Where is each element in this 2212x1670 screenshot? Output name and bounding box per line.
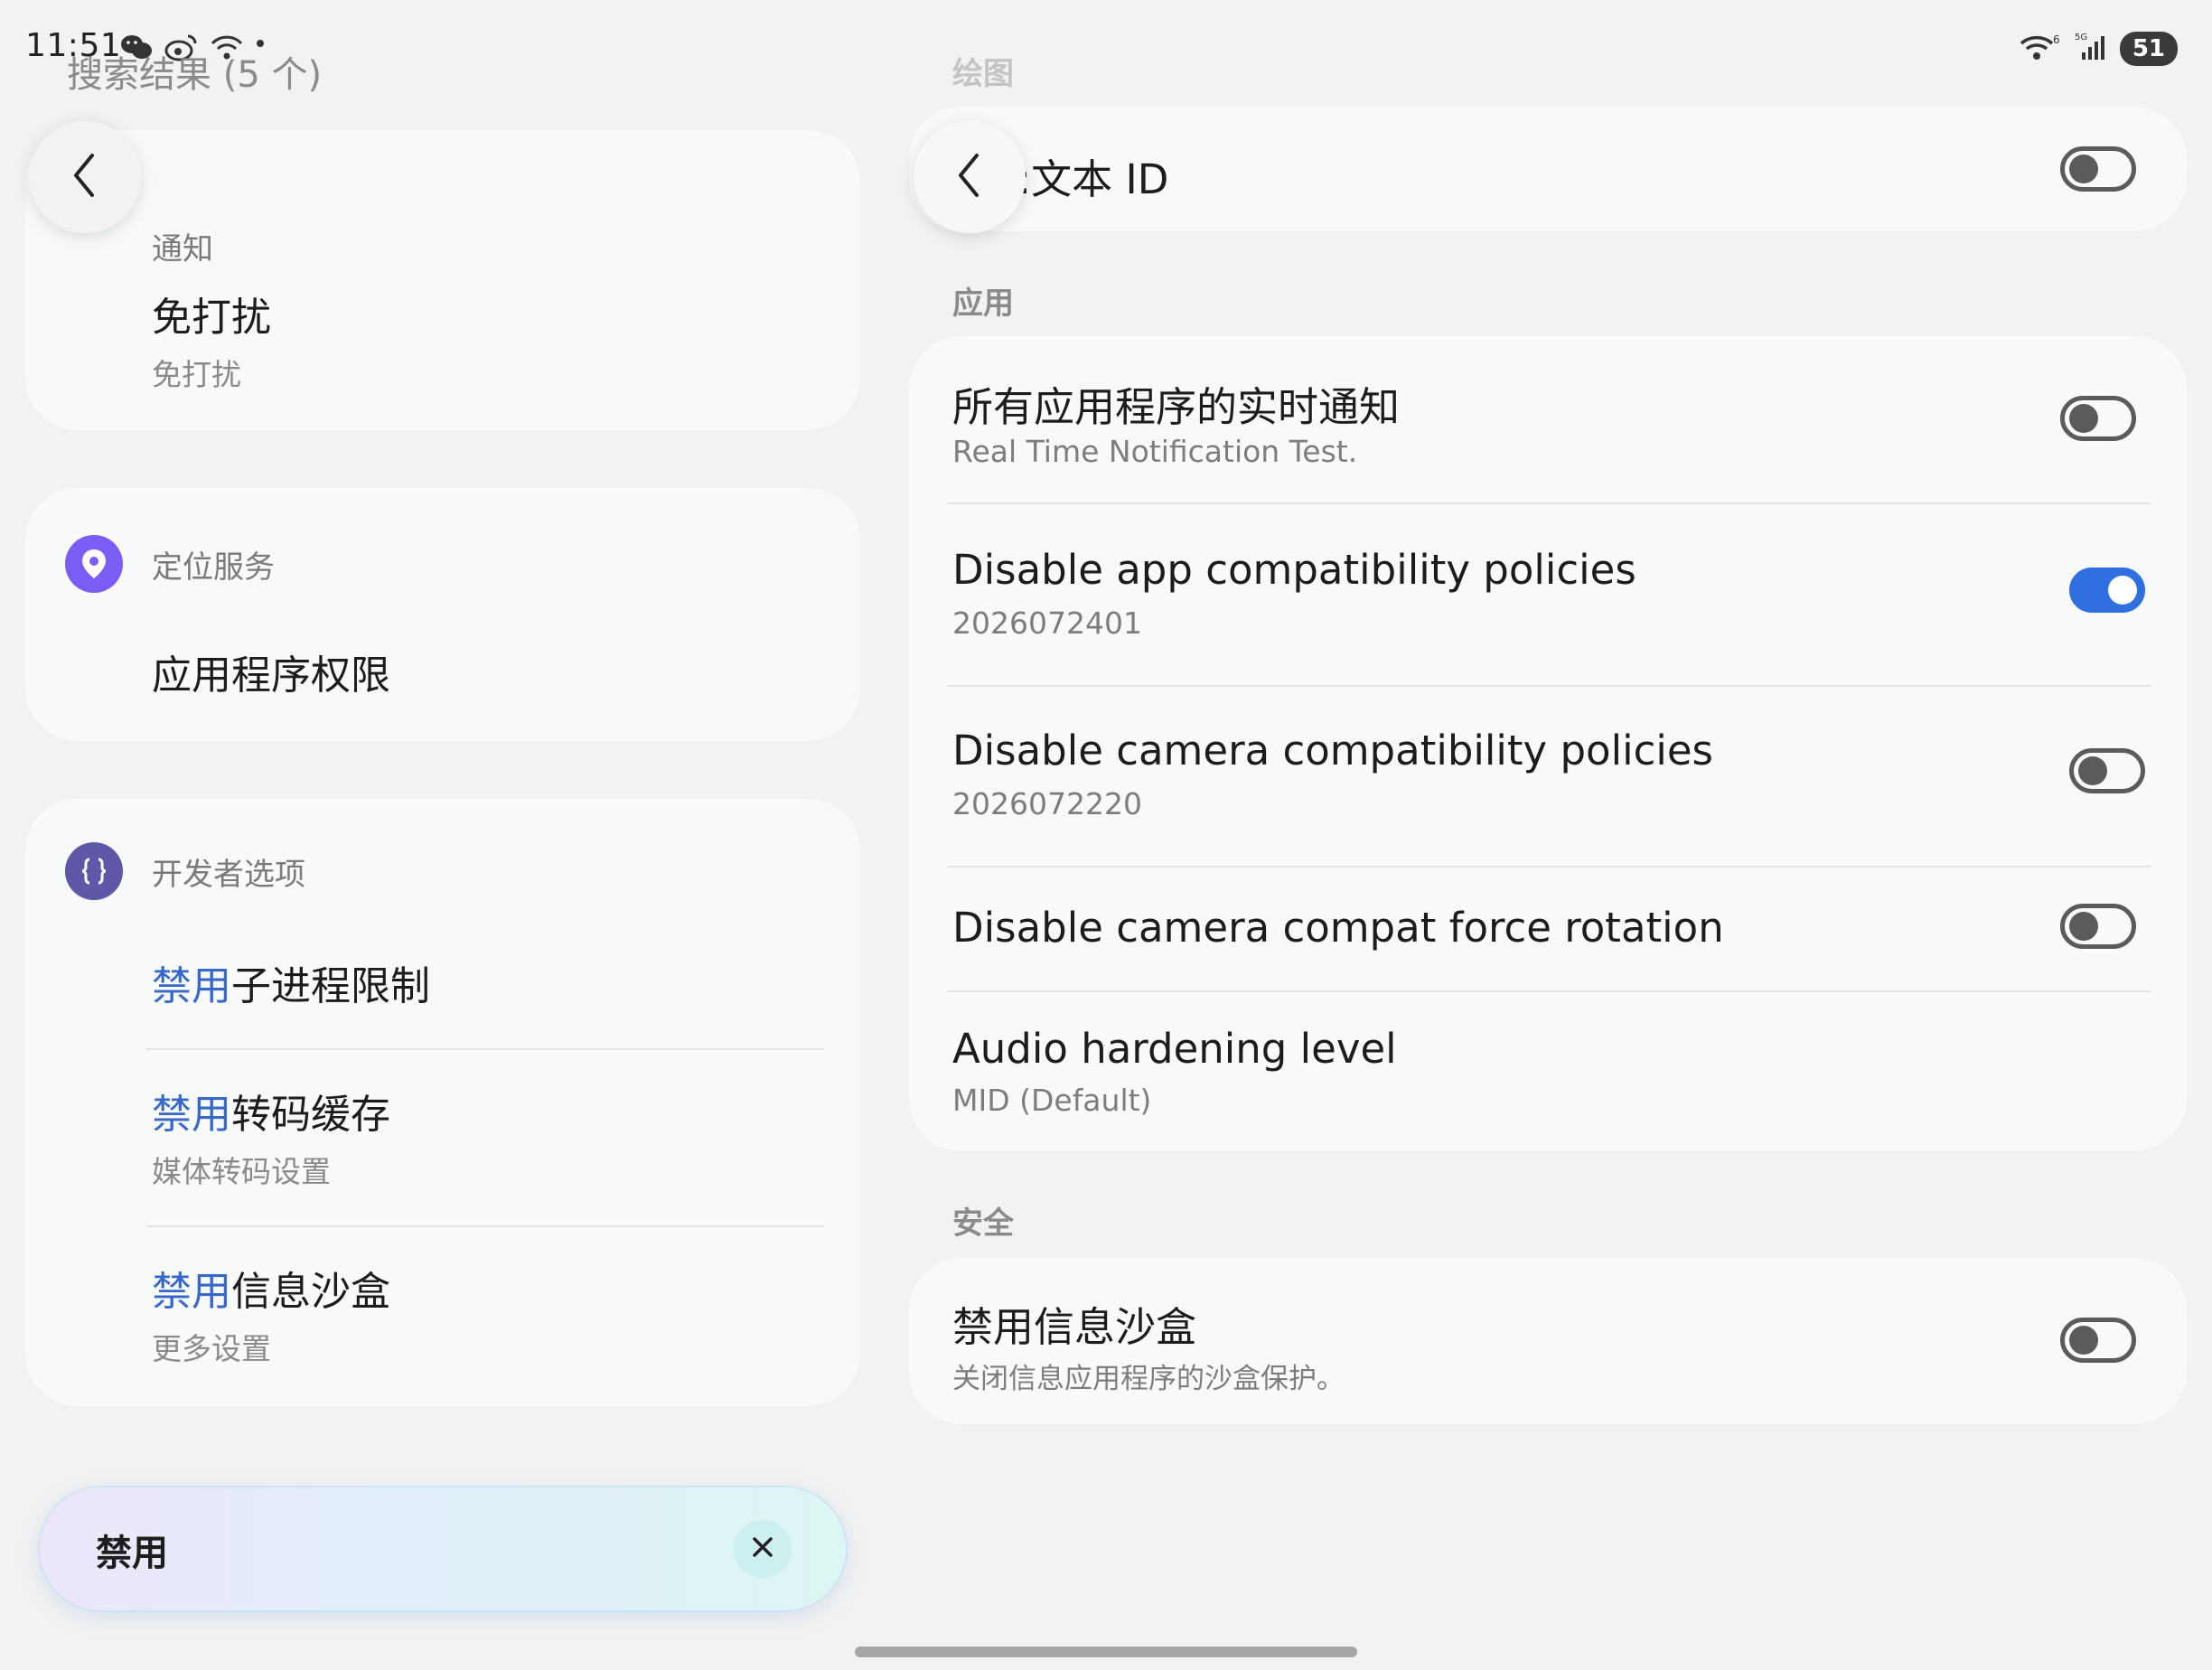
result-item-do-not-disturb[interactable]: 免打扰 免打扰	[152, 293, 824, 394]
settings-card-drawing: :文本 ID	[909, 107, 2187, 231]
category-row: 定位服务	[25, 528, 860, 600]
result-subtitle: 免打扰	[152, 357, 241, 392]
setting-row-camera-force-rotation[interactable]: Disable camera compat force rotation	[909, 868, 2187, 990]
back-button[interactable]	[914, 121, 1026, 233]
setting-subtitle: 关闭信息应用程序的沙盒保护。	[952, 1363, 1345, 1395]
search-input[interactable]: 禁用	[96, 1524, 168, 1576]
back-button[interactable]	[29, 121, 141, 233]
category-label: 开发者选项	[152, 856, 305, 893]
setting-row-app-compat-policies[interactable]: Disable app compatibility policies 20260…	[909, 504, 2187, 685]
section-label-security: 安全	[952, 1206, 1014, 1242]
result-item-app-permissions[interactable]: 应用程序权限	[152, 651, 824, 701]
result-subtitle: 媒体转码设置	[152, 1154, 331, 1189]
toggle-switch-off[interactable]	[2060, 1318, 2136, 1363]
wifi6-icon: 6	[2019, 31, 2062, 67]
setting-row-show-text-id[interactable]: :文本 ID	[909, 107, 2187, 231]
settings-card-apps: 所有应用程序的实时通知 Real Time Notification Test.…	[909, 336, 2187, 1151]
divider	[146, 1225, 824, 1227]
setting-title: Disable app compatibility policies	[952, 546, 1636, 594]
status-right-icons: 6 5G 51	[2019, 31, 2178, 67]
setting-row-audio-hardening[interactable]: Audio hardening level MID (Default)	[909, 992, 2187, 1151]
result-title: 免打扰	[152, 295, 271, 341]
setting-row-realtime-notifications[interactable]: 所有应用程序的实时通知 Real Time Notification Test.	[909, 336, 2187, 504]
home-indicator[interactable]	[855, 1647, 1357, 1657]
braces-icon	[65, 842, 123, 900]
divider	[146, 1048, 824, 1050]
chevron-left-icon	[67, 150, 103, 204]
category-row: 开发者选项	[25, 835, 860, 907]
location-pin-icon	[65, 535, 123, 593]
svg-text:6: 6	[2053, 33, 2060, 46]
setting-subtitle: 2026072401	[952, 605, 1142, 641]
setting-subtitle: Real Time Notification Test.	[952, 434, 1358, 469]
result-title: 应用程序权限	[152, 652, 390, 699]
category-label: 定位服务	[152, 549, 275, 586]
signal-5g-icon: 5G	[2073, 31, 2109, 67]
toggle-switch-off[interactable]	[2060, 396, 2136, 441]
result-title: 禁用子进程限制	[152, 963, 430, 1009]
category-label: 通知	[152, 230, 213, 267]
clear-search-button[interactable]	[734, 1520, 792, 1578]
result-group-notifications: 通知 免打扰 免打扰	[25, 130, 860, 430]
category-row: 通知	[25, 210, 860, 282]
setting-title: Disable camera compatibility policies	[952, 727, 1713, 774]
result-item-message-sandbox[interactable]: 禁用信息沙盒 更多设置	[152, 1267, 824, 1368]
settings-card-security: 禁用信息沙盒 关闭信息应用程序的沙盒保护。	[909, 1258, 2187, 1424]
section-label-drawing: 绘图	[952, 56, 1014, 92]
setting-row-disable-message-sandbox[interactable]: 禁用信息沙盒 关闭信息应用程序的沙盒保护。	[909, 1258, 2187, 1424]
setting-title: :文本 ID	[1017, 155, 1169, 203]
setting-subtitle: MID (Default)	[952, 1083, 1152, 1118]
setting-title: 禁用信息沙盒	[952, 1303, 1197, 1351]
battery-indicator: 51	[2119, 32, 2178, 66]
setting-title: 所有应用程序的实时通知	[952, 383, 1401, 431]
result-item-child-process-limit[interactable]: 禁用子进程限制	[152, 962, 824, 1012]
setting-row-camera-compat-policies[interactable]: Disable camera compatibility policies 20…	[909, 687, 2187, 868]
result-group-developer-options: 开发者选项 禁用子进程限制 禁用转码缓存 媒体转码设置 禁用信息沙盒 更多设置	[25, 799, 860, 1406]
result-title: 禁用转码缓存	[152, 1092, 390, 1138]
result-title: 禁用信息沙盒	[152, 1269, 390, 1315]
setting-title: Disable camera compat force rotation	[952, 904, 1724, 952]
chevron-left-icon	[951, 150, 988, 204]
toggle-switch-on[interactable]	[2069, 568, 2145, 613]
result-subtitle: 更多设置	[152, 1331, 271, 1366]
result-item-transcode-cache[interactable]: 禁用转码缓存 媒体转码设置	[152, 1090, 824, 1191]
toggle-switch-off[interactable]	[2069, 748, 2145, 793]
svg-text:5G: 5G	[2075, 33, 2087, 42]
close-icon	[749, 1534, 776, 1564]
result-group-location: 定位服务 应用程序权限	[25, 488, 860, 741]
setting-title: Audio hardening level	[952, 1025, 1397, 1073]
setting-subtitle: 2026072220	[952, 786, 1142, 821]
toggle-switch-off[interactable]	[2060, 146, 2136, 192]
toggle-switch-off[interactable]	[2060, 904, 2136, 949]
search-bar[interactable]: 禁用	[40, 1487, 846, 1610]
search-results-title: 搜索结果 (5 个)	[67, 54, 323, 96]
section-label-apps: 应用	[952, 286, 1014, 322]
